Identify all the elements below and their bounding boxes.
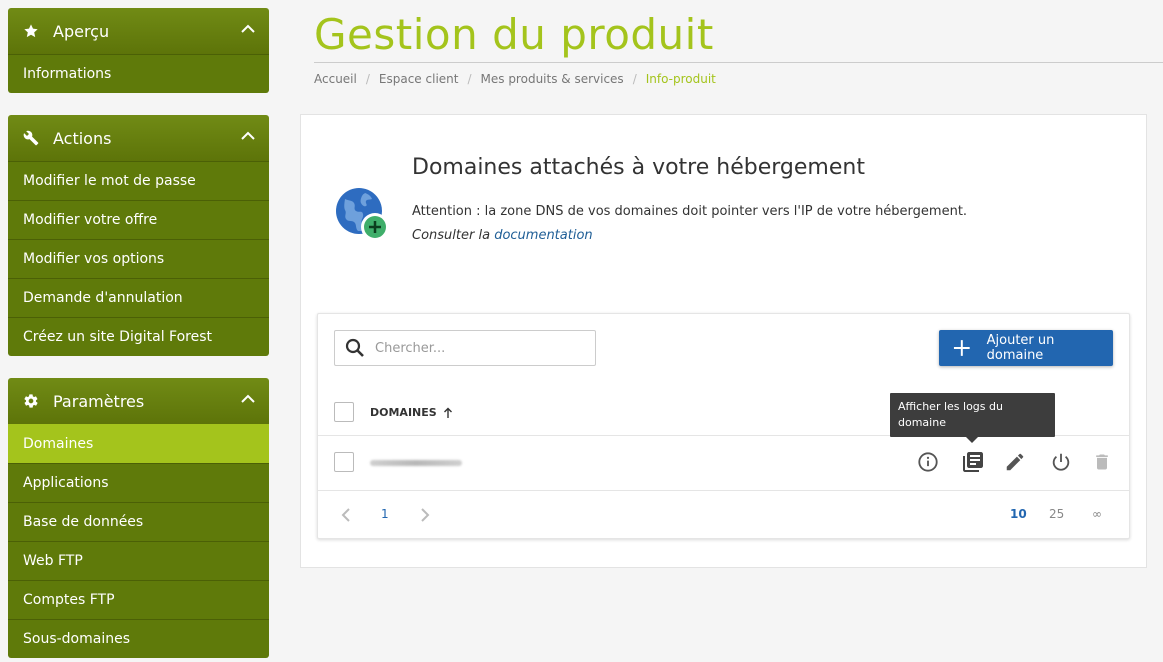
- sidebar-item-webftp[interactable]: Web FTP: [8, 541, 269, 580]
- documentation-link[interactable]: documentation: [494, 228, 592, 243]
- globe-add-icon: [336, 188, 389, 241]
- breadcrumb-current: Info-produit: [645, 72, 716, 86]
- breadcrumb-separator: /: [632, 72, 637, 86]
- page-title: Gestion du produit: [314, 10, 714, 59]
- column-label: DOMAINES: [370, 406, 437, 419]
- add-domain-label: Ajouter un domaine: [986, 333, 1055, 363]
- page-size-all[interactable]: ∞: [1092, 507, 1102, 521]
- sidebar-item-applications[interactable]: Applications: [8, 463, 269, 502]
- select-all-checkbox[interactable]: [334, 402, 354, 422]
- chevron-up-icon[interactable]: [241, 394, 255, 404]
- breadcrumb-produits[interactable]: Mes produits & services: [481, 72, 624, 86]
- row-checkbox[interactable]: [334, 452, 354, 472]
- panel-actions: Actions Modifier le mot de passe Modifie…: [8, 115, 269, 356]
- sort-arrow-up-icon: [443, 407, 452, 418]
- sidebar-item-subdomains[interactable]: Sous-domaines: [8, 619, 269, 658]
- section-title: Domaines attachés à votre hébergement: [412, 155, 865, 180]
- panel-header-apercu[interactable]: Aperçu: [8, 8, 269, 54]
- sidebar-item-ftp-accounts[interactable]: Comptes FTP: [8, 580, 269, 619]
- edit-icon[interactable]: [1002, 449, 1028, 475]
- sidebar-item-informations[interactable]: Informations: [8, 54, 269, 93]
- sidebar: Aperçu Informations Actions Modifier le …: [8, 8, 269, 662]
- chevron-up-icon[interactable]: [241, 24, 255, 34]
- panel-parametres: Paramètres Domaines Applications Base de…: [8, 378, 269, 658]
- documentation-line: Consulter la documentation: [412, 228, 593, 243]
- doc-prefix: Consulter la: [412, 228, 491, 243]
- search-input[interactable]: [375, 340, 575, 356]
- search-icon: [345, 338, 364, 357]
- logs-tooltip: Afficher les logs du domaine: [890, 393, 1055, 443]
- sidebar-item-domaines[interactable]: Domaines: [8, 424, 269, 463]
- page-size-10[interactable]: 10: [1010, 507, 1027, 521]
- domains-table: Ajouter un domaine DOMAINES: [317, 313, 1130, 539]
- breadcrumb-accueil[interactable]: Accueil: [314, 72, 357, 86]
- breadcrumb-separator: /: [365, 72, 370, 86]
- breadcrumb: Accueil / Espace client / Mes produits &…: [314, 72, 716, 86]
- panel-title: Actions: [53, 128, 112, 148]
- sidebar-item-password[interactable]: Modifier le mot de passe: [8, 161, 269, 200]
- wrench-icon: [23, 130, 39, 146]
- main-card: Domaines attachés à votre hébergement At…: [300, 114, 1147, 568]
- star-icon: [23, 23, 39, 39]
- sidebar-item-options[interactable]: Modifier vos options: [8, 239, 269, 278]
- info-icon[interactable]: [915, 449, 941, 475]
- domain-name-redacted: [370, 460, 462, 466]
- sidebar-item-offer[interactable]: Modifier votre offre: [8, 200, 269, 239]
- gear-icon: [23, 393, 39, 409]
- next-page-icon[interactable]: [419, 507, 431, 523]
- prev-page-icon[interactable]: [340, 507, 352, 523]
- chevron-up-icon[interactable]: [241, 131, 255, 141]
- panel-header-actions[interactable]: Actions: [8, 115, 269, 161]
- title-divider: [314, 62, 1163, 63]
- power-icon[interactable]: [1048, 449, 1074, 475]
- plus-icon: [953, 340, 970, 356]
- panel-apercu: Aperçu Informations: [8, 8, 269, 93]
- logs-icon[interactable]: [960, 449, 986, 475]
- sidebar-item-create-site[interactable]: Créez un site Digital Forest: [8, 317, 269, 356]
- breadcrumb-separator: /: [467, 72, 472, 86]
- page-size-25[interactable]: 25: [1049, 507, 1064, 521]
- panel-title: Paramètres: [53, 391, 145, 411]
- breadcrumb-espace-client[interactable]: Espace client: [379, 72, 459, 86]
- table-row: [318, 436, 1129, 491]
- add-domain-button[interactable]: Ajouter un domaine: [939, 330, 1113, 366]
- delete-icon[interactable]: [1089, 449, 1115, 475]
- sidebar-item-cancel[interactable]: Demande d'annulation: [8, 278, 269, 317]
- search-box[interactable]: [334, 330, 596, 366]
- panel-header-parametres[interactable]: Paramètres: [8, 378, 269, 424]
- panel-title: Aperçu: [53, 21, 110, 41]
- column-domaines[interactable]: DOMAINES: [370, 406, 453, 419]
- sidebar-item-database[interactable]: Base de données: [8, 502, 269, 541]
- pagination: 1 10 25 ∞: [318, 492, 1129, 538]
- page-number[interactable]: 1: [381, 507, 389, 521]
- dns-warning: Attention : la zone DNS de vos domaines …: [412, 204, 968, 219]
